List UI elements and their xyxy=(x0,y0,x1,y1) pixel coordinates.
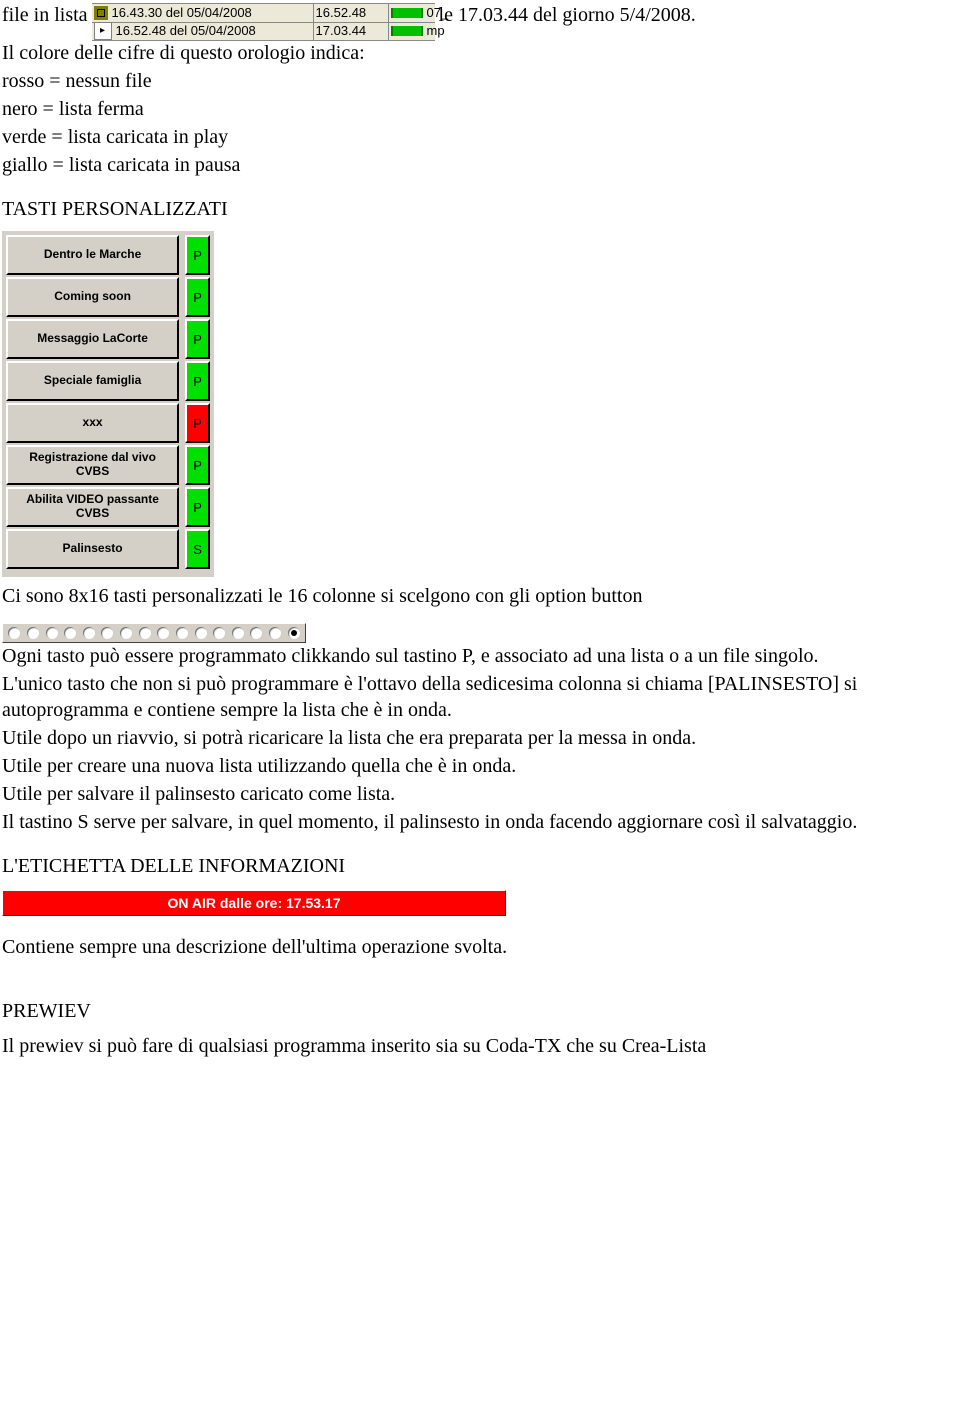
column-radio-6[interactable] xyxy=(120,627,132,639)
column-radio-7[interactable] xyxy=(139,627,151,639)
tasti-p2f: Il tastino S serve per salvare, in quel … xyxy=(2,809,958,835)
program-indicator-4[interactable]: P xyxy=(185,403,210,443)
column-radio-1[interactable] xyxy=(27,627,39,639)
onair-bar: ON AIR dalle ore: 17.53.17 xyxy=(2,890,506,916)
column-radio-11[interactable] xyxy=(213,627,225,639)
play-arrow-icon xyxy=(94,22,112,40)
column-radio-5[interactable] xyxy=(101,627,113,639)
program-indicator-7[interactable]: S xyxy=(185,529,210,569)
legend-verde: verde = lista caricata in play xyxy=(2,124,958,150)
custom-button-2[interactable]: Messaggio LaCorte xyxy=(6,319,179,359)
panel-row: Dentro le Marche P xyxy=(6,235,210,275)
program-indicator-0[interactable]: P xyxy=(185,235,210,275)
column-radio-9[interactable] xyxy=(176,627,188,639)
column-radio-8[interactable] xyxy=(157,627,169,639)
log-r0-c0: 16.43.30 del 05/04/2008 xyxy=(92,3,314,23)
column-radio-15[interactable] xyxy=(288,627,300,639)
log-r0-c0-text: 16.43.30 del 05/04/2008 xyxy=(112,4,252,22)
custom-button-0[interactable]: Dentro le Marche xyxy=(6,235,179,275)
log-r1-c1: 17.03.44 xyxy=(314,22,389,41)
tasti-p2a: Ogni tasto può essere programmato clikka… xyxy=(2,643,958,669)
program-indicator-1[interactable]: P xyxy=(185,277,210,317)
panel-row: Registrazione dal vivo CVBS P xyxy=(6,445,210,485)
custom-button-5[interactable]: Registrazione dal vivo CVBS xyxy=(6,445,179,485)
column-radio-2[interactable] xyxy=(46,627,58,639)
column-radio-4[interactable] xyxy=(83,627,95,639)
heading-etichetta: L'ETICHETTA DELLE INFORMAZIONI xyxy=(2,855,958,878)
custom-button-4[interactable]: xxx xyxy=(6,403,179,443)
log-r1-c0: 16.52.48 del 05/04/2008 xyxy=(92,22,314,41)
legend-nero: nero = lista ferma xyxy=(2,96,958,122)
panel-row: Abilita VIDEO passante CVBS P xyxy=(6,487,210,527)
column-radio-14[interactable] xyxy=(269,627,281,639)
intro-suffix: le 17.03.44 del giorno 5/4/2008. xyxy=(439,4,696,27)
log-header-row: file in lista 16.43.30 del 05/04/2008 16… xyxy=(2,4,958,40)
custom-button-6[interactable]: Abilita VIDEO passante CVBS xyxy=(6,487,179,527)
program-indicator-2[interactable]: P xyxy=(185,319,210,359)
intro-prefix: file in lista xyxy=(2,4,88,27)
legend-rosso: rosso = nessun file xyxy=(2,68,958,94)
panel-row: xxx P xyxy=(6,403,210,443)
program-indicator-5[interactable]: P xyxy=(185,445,210,485)
log-r1-c0-text: 16.52.48 del 05/04/2008 xyxy=(116,22,256,40)
status-bar-icon xyxy=(391,8,423,18)
tasti-p2b: L'unico tasto che non si può programmare… xyxy=(2,671,958,723)
tasti-p2d: Utile per creare una nuova lista utilizz… xyxy=(2,753,958,779)
log-r0-c1: 16.52.48 xyxy=(314,3,389,23)
log-r0-c2: 07_ xyxy=(389,3,435,23)
column-radio-10[interactable] xyxy=(195,627,207,639)
column-radio-3[interactable] xyxy=(64,627,76,639)
panel-row: Messaggio LaCorte P xyxy=(6,319,210,359)
program-indicator-3[interactable]: P xyxy=(185,361,210,401)
legend-giallo: giallo = lista caricata in pausa xyxy=(2,152,958,178)
heading-tasti: TASTI PERSONALIZZATI xyxy=(2,198,958,221)
tasti-p2c: Utile dopo un riavvio, si potrà ricarica… xyxy=(2,725,958,751)
panel-row: Speciale famiglia P xyxy=(6,361,210,401)
program-indicator-6[interactable]: P xyxy=(185,487,210,527)
panel-row: Coming soon P xyxy=(6,277,210,317)
prewiev-desc: Il prewiev si può fare di qualsiasi prog… xyxy=(2,1033,958,1059)
square-icon xyxy=(94,6,108,20)
log-table: 16.43.30 del 05/04/2008 16.52.48 07_ 16.… xyxy=(92,4,435,40)
panel-row: Palinsesto S xyxy=(6,529,210,569)
custom-buttons-panel: Dentro le Marche P Coming soon P Messagg… xyxy=(2,231,214,577)
tasti-p1: Ci sono 8x16 tasti personalizzati le 16 … xyxy=(2,583,958,609)
column-radio-group[interactable] xyxy=(2,623,306,643)
column-radio-12[interactable] xyxy=(232,627,244,639)
custom-button-1[interactable]: Coming soon xyxy=(6,277,179,317)
etichetta-desc: Contiene sempre una descrizione dell'ult… xyxy=(2,934,958,960)
status-bar-icon xyxy=(391,26,423,36)
log-r1-c2: mp xyxy=(389,22,435,41)
tasti-p2e: Utile per salvare il palinsesto caricato… xyxy=(2,781,958,807)
custom-button-3[interactable]: Speciale famiglia xyxy=(6,361,179,401)
column-radio-0[interactable] xyxy=(8,627,20,639)
heading-prewiev: PREWIEV xyxy=(2,1000,958,1023)
intro-line2: Il colore delle cifre di questo orologio… xyxy=(2,40,958,66)
column-radio-13[interactable] xyxy=(250,627,262,639)
custom-button-7[interactable]: Palinsesto xyxy=(6,529,179,569)
